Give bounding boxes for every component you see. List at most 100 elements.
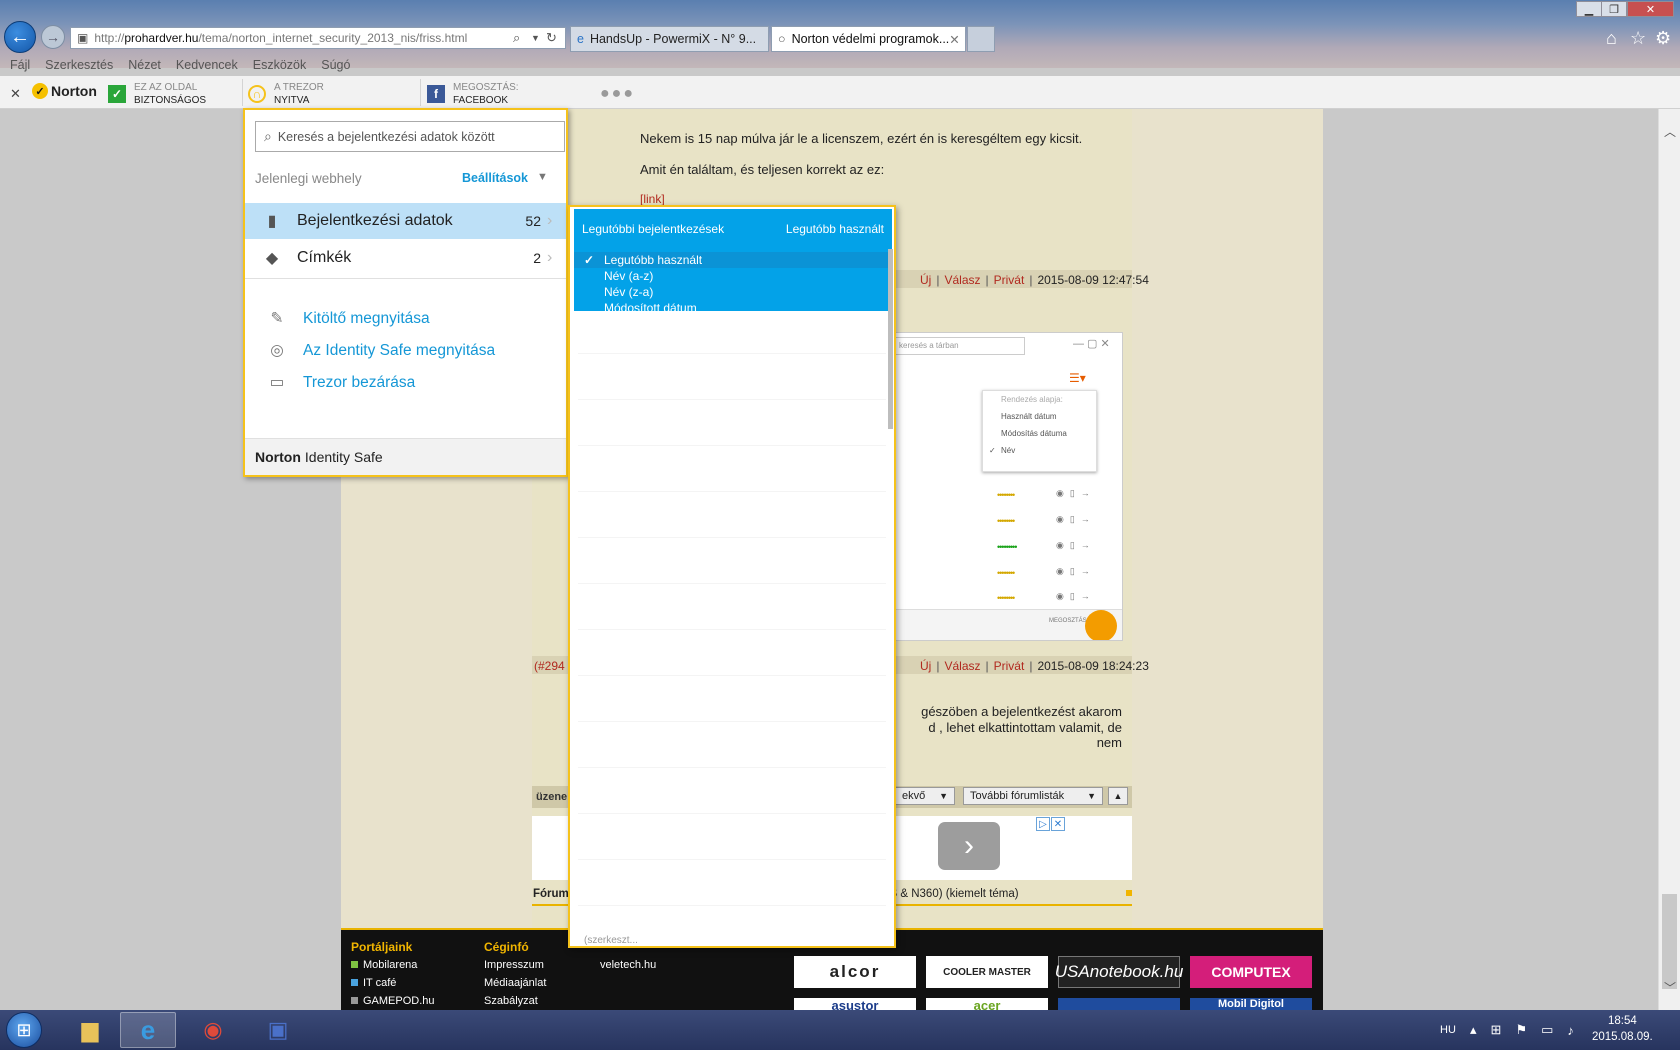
language-indicator[interactable]: HU bbox=[1440, 1010, 1456, 1050]
explorer-taskbar-button[interactable]: ▆ bbox=[62, 1012, 118, 1048]
reply-link[interactable]: Válasz bbox=[944, 659, 980, 673]
shot-row-actions: ◉▯→ bbox=[1056, 488, 1096, 498]
footer-link[interactable]: Szabályzat bbox=[484, 992, 546, 1010]
open-identity-safe-link[interactable]: ◎ Az Identity Safe megnyitása bbox=[265, 341, 495, 360]
new-link[interactable]: Új bbox=[920, 273, 931, 287]
ie-taskbar-button[interactable]: e bbox=[120, 1012, 176, 1048]
dropdown-icon: ▼ bbox=[939, 791, 948, 801]
flag-icon[interactable]: ⚑ bbox=[1515, 1022, 1527, 1038]
login-search-input[interactable]: ⌕ Keresés a bejelentkezési adatok között bbox=[255, 121, 565, 152]
footer-link[interactable]: GAMEPOD.hu bbox=[351, 992, 435, 1010]
tray-expand-icon[interactable]: ▴ bbox=[1470, 1022, 1477, 1038]
post-text: Nekem is 15 nap múlva jár le a licenszem… bbox=[640, 131, 1083, 146]
shot-password-dots: •••••••• bbox=[997, 593, 1015, 603]
ad-close-icon[interactable]: ✕ bbox=[1051, 817, 1065, 831]
sponsor-logo-coolermaster[interactable]: COOLER MASTER bbox=[926, 956, 1048, 988]
address-bar[interactable]: ▣ http://prohardver.hu/tema/norton_inter… bbox=[70, 27, 566, 49]
scroll-top-button[interactable]: ▲ bbox=[1108, 787, 1128, 805]
close-vault-link[interactable]: ▭ Trezor bezárása bbox=[265, 373, 416, 392]
menu-file[interactable]: Fájl bbox=[10, 58, 30, 72]
menu-favorites[interactable]: Kedvencek bbox=[176, 58, 238, 72]
tab-handsup[interactable]: e HandsUp - PowermiX - N° 9... bbox=[570, 26, 769, 52]
new-link[interactable]: Új bbox=[920, 659, 931, 673]
close-tab-icon[interactable]: ✕ bbox=[949, 32, 959, 47]
footer-link[interactable]: IT café bbox=[351, 974, 435, 992]
save-app-taskbar-button[interactable]: ▣ bbox=[250, 1012, 306, 1048]
reply-link[interactable]: Válasz bbox=[944, 273, 980, 287]
forward-button[interactable]: → bbox=[41, 25, 65, 49]
post-link[interactable]: [link] bbox=[640, 192, 665, 206]
new-tab-button[interactable] bbox=[967, 26, 995, 52]
sort-option-name-az[interactable]: Név (a-z) bbox=[574, 268, 892, 284]
tags-label: Címkék bbox=[297, 249, 352, 266]
start-button[interactable]: ⊞ bbox=[6, 1012, 42, 1048]
close-window-button[interactable]: ✕ bbox=[1627, 1, 1674, 17]
list-separator bbox=[578, 537, 886, 538]
list-separator bbox=[578, 629, 886, 630]
open-filler-link[interactable]: ✎ Kitöltő megnyitása bbox=[265, 309, 430, 328]
menu-view[interactable]: Nézet bbox=[128, 58, 161, 72]
norton-check-icon: ✓ bbox=[32, 83, 48, 99]
logins-item[interactable]: ▮ Bejelentkezési adatok 52 › bbox=[245, 203, 566, 239]
ad-next-button[interactable]: › bbox=[938, 822, 1000, 870]
search-icon[interactable]: ⌕ bbox=[513, 30, 520, 46]
sponsor-logo-alcor[interactable]: alcor bbox=[794, 956, 916, 988]
forum-topic[interactable]: NIS & N360) (kiemelt téma) bbox=[878, 888, 1019, 900]
windows-icon[interactable]: ⊞ bbox=[1491, 1022, 1502, 1038]
share-facebook[interactable]: f MEGOSZTÁS: FACEBOOK bbox=[427, 81, 519, 107]
forum-list-select[interactable]: További fórumlisták ▼ bbox=[963, 787, 1103, 805]
post-text: gészöben a bejelentkezést akarom bbox=[921, 704, 1122, 719]
clock[interactable]: 18:54 2015.08.09. bbox=[1592, 1013, 1653, 1045]
sort-option-name-za[interactable]: Név (z-a) bbox=[574, 284, 892, 300]
scroll-thumb[interactable] bbox=[1662, 894, 1677, 989]
maximize-button[interactable]: ❐ bbox=[1601, 1, 1627, 17]
scroll-up-icon[interactable]: ︿ bbox=[1664, 123, 1676, 140]
ad-info-icon[interactable]: ▷ bbox=[1036, 817, 1050, 831]
sponsor-logo-computex[interactable]: COMPUTEX bbox=[1190, 956, 1312, 988]
chrome-taskbar-button[interactable]: ◉ bbox=[185, 1012, 241, 1048]
menu-tools[interactable]: Eszközök bbox=[253, 58, 307, 72]
footer-link[interactable]: Mobilarena bbox=[351, 956, 435, 974]
tab-norton[interactable]: ○ Norton védelmi programok... ✕ bbox=[771, 26, 966, 52]
tags-item[interactable]: ◆ Címkék 2 › bbox=[245, 240, 566, 276]
volume-icon[interactable]: ♪ bbox=[1567, 1023, 1574, 1038]
refresh-icon[interactable]: ↻ bbox=[546, 30, 557, 46]
footer-link[interactable]: Médiaajánlat bbox=[484, 974, 546, 992]
network-icon[interactable]: ▭ bbox=[1541, 1022, 1553, 1038]
minimize-button[interactable]: ▁ bbox=[1576, 1, 1602, 17]
private-link[interactable]: Privát bbox=[994, 273, 1025, 287]
settings-gear-icon[interactable]: ⚙ bbox=[1655, 28, 1671, 49]
forum-select[interactable]: ekvő ▼ bbox=[895, 787, 955, 805]
menu-edit[interactable]: Szerkesztés bbox=[45, 58, 113, 72]
sponsor-logo-usanotebook[interactable]: USAnotebook.hu bbox=[1055, 956, 1183, 988]
favorites-star-icon[interactable]: ☆ bbox=[1630, 28, 1646, 49]
sort-option-modified[interactable]: Módosított dátum bbox=[574, 300, 892, 316]
pen-icon: ✎ bbox=[270, 310, 284, 327]
tab-label: Norton védelmi programok... bbox=[791, 32, 950, 46]
vault-indicator[interactable]: ∩ A TREZOR NYITVA bbox=[248, 81, 324, 107]
menu-help[interactable]: Súgó bbox=[321, 58, 350, 72]
forum-prefix[interactable]: Fórum bbox=[533, 888, 569, 900]
dropdown-icon[interactable]: ▼ bbox=[531, 33, 540, 43]
scroll-down-icon[interactable]: ﹀ bbox=[1664, 979, 1676, 996]
settings-link[interactable]: Beállítások bbox=[462, 171, 528, 185]
home-icon[interactable]: ⌂ bbox=[1606, 28, 1617, 49]
sort-selector[interactable]: Legutóbb használt bbox=[786, 222, 884, 236]
panel-scroll-thumb[interactable] bbox=[888, 249, 893, 429]
page-scrollbar[interactable]: ︿ ﹀ bbox=[1658, 109, 1680, 1010]
close-toolbar-icon[interactable]: ✕ bbox=[10, 86, 21, 102]
private-link[interactable]: Privát bbox=[994, 659, 1025, 673]
more-options-icon[interactable]: ●●● bbox=[600, 85, 635, 103]
site-safe-indicator[interactable]: ✓ EZ AZ OLDAL BIZTONSÁGOS bbox=[108, 81, 206, 107]
chevron-right-icon: › bbox=[964, 829, 974, 862]
footer-link[interactable]: veletech.hu bbox=[600, 956, 656, 974]
shot-password-dots: ••••••••• bbox=[997, 542, 1017, 552]
sort-option-recent[interactable]: ✓ Legutóbb használt bbox=[574, 252, 892, 268]
back-button[interactable]: ← bbox=[4, 21, 36, 53]
footer-link[interactable]: Impresszum bbox=[484, 956, 546, 974]
chevron-down-icon[interactable]: ▼ bbox=[537, 171, 548, 183]
edit-hint: (szerkeszt... bbox=[584, 935, 638, 946]
norton-logo[interactable]: ✓ Norton bbox=[32, 83, 97, 99]
post-text: Amit én találtam, és teljesen korrekt az… bbox=[640, 162, 885, 177]
footer-portals: Portáljaink Mobilarena IT café GAMEPOD.h… bbox=[351, 938, 435, 1010]
